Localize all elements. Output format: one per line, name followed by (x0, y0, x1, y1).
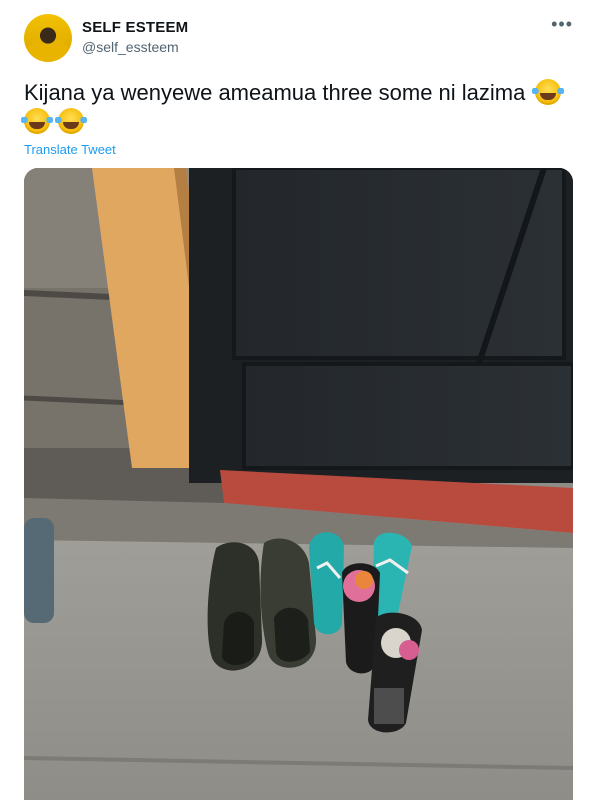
tweet-photo[interactable] (24, 168, 573, 800)
tweet-text-content: Kijana ya wenyewe ameamua three some ni … (24, 80, 526, 105)
tears-of-joy-emoji-icon (532, 79, 565, 105)
photo-illustration (24, 168, 573, 800)
tweet-text: Kijana ya wenyewe ameamua three some ni … (24, 78, 569, 108)
author-display-name[interactable]: SELF ESTEEM (82, 19, 188, 36)
translate-tweet-link[interactable]: Translate Tweet (24, 142, 116, 157)
emoji-row (21, 108, 88, 134)
avatar[interactable] (24, 14, 72, 62)
tears-of-joy-emoji-icon (21, 108, 53, 134)
more-icon[interactable]: ••• (551, 14, 573, 35)
tweet-card: SELF ESTEEM @self_essteem ••• Kijana ya … (0, 0, 593, 800)
tears-of-joy-emoji-icon (55, 108, 88, 134)
author-handle[interactable]: @self_essteem (82, 39, 179, 55)
